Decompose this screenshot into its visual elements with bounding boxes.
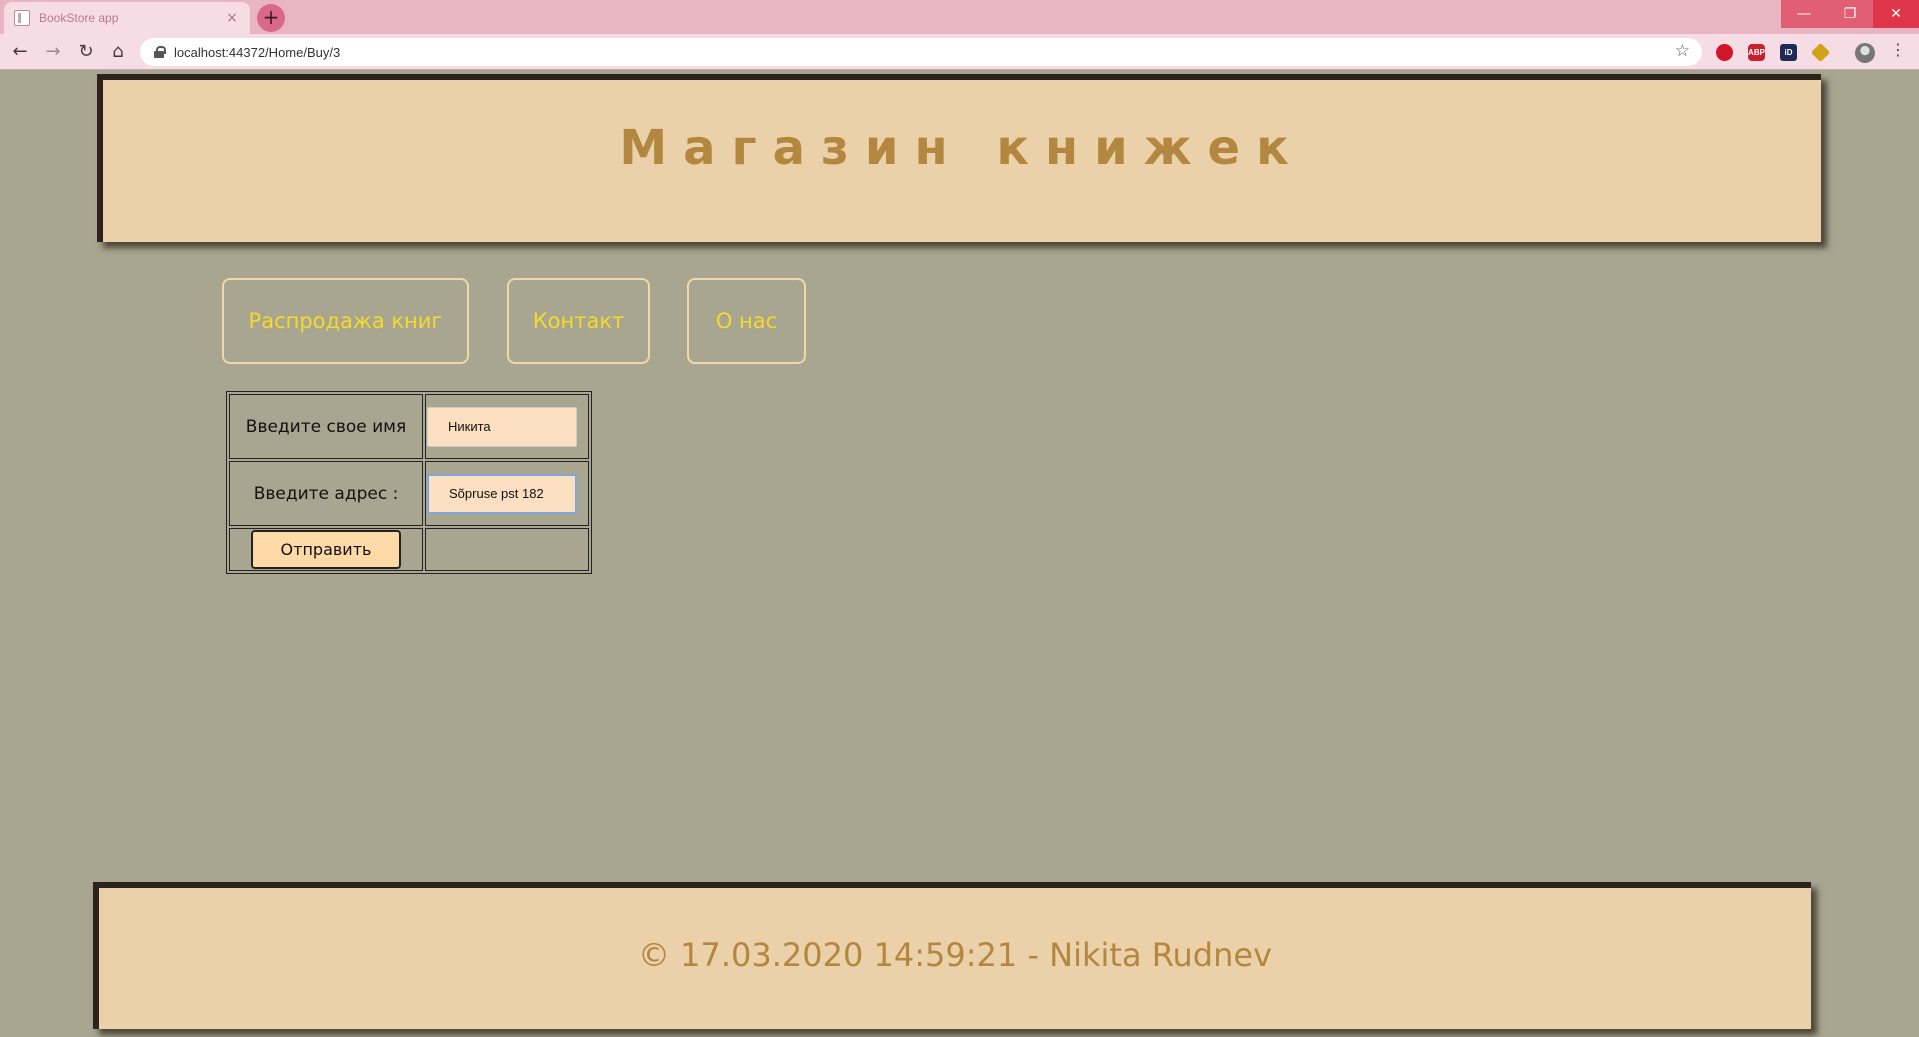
browser-tab[interactable]: BookStore app × [4, 2, 250, 34]
bookmark-star-icon[interactable]: ☆ [1675, 41, 1690, 61]
name-label: Введите свое имя [229, 394, 423, 459]
nav-contact-link[interactable]: Контакт [507, 278, 650, 364]
nav-sale-link[interactable]: Распродажа книг [222, 278, 469, 364]
forward-arrow-icon[interactable]: → [41, 40, 65, 64]
address-row: Введите адрес : [229, 461, 589, 526]
address-input[interactable] [427, 473, 577, 514]
browser-menu-icon[interactable]: ⋮ [1890, 40, 1906, 59]
page-favicon-icon [14, 10, 30, 26]
browser-tab-bar: BookStore app × + — ❐ ✕ [0, 0, 1919, 34]
address-bar[interactable]: localhost:44372/Home/Buy/3 ☆ [140, 38, 1702, 66]
site-footer: © 17.03.2020 14:59:21 - Nikita Rudnev [93, 882, 1811, 1029]
window-maximize-button[interactable]: ❐ [1827, 0, 1873, 28]
tab-title: BookStore app [39, 11, 119, 25]
order-form-table: Введите свое имя Введите адрес : Отправи… [226, 391, 592, 574]
name-row: Введите свое имя [229, 394, 589, 459]
page-content: Магазин книжек Распродажа книг Контакт О… [0, 71, 1919, 1037]
empty-cell [425, 528, 589, 571]
submit-button[interactable]: Отправить [251, 530, 401, 569]
id-extension-icon[interactable]: iD [1780, 44, 1797, 61]
profile-avatar[interactable] [1855, 43, 1875, 63]
url-text[interactable]: localhost:44372/Home/Buy/3 [174, 45, 340, 60]
reload-icon[interactable]: ↻ [74, 40, 98, 64]
adblock-extension-icon[interactable]: ABP [1748, 44, 1765, 61]
name-input[interactable] [427, 406, 577, 447]
home-icon[interactable]: ⌂ [106, 40, 130, 64]
back-arrow-icon[interactable]: ← [8, 40, 32, 64]
browser-toolbar: ← → ↻ ⌂ localhost:44372/Home/Buy/3 ☆ ABP… [0, 34, 1919, 70]
window-minimize-button[interactable]: — [1781, 0, 1827, 28]
new-tab-button[interactable]: + [257, 4, 285, 32]
opera-extension-icon[interactable] [1716, 44, 1733, 61]
yellow-extension-icon[interactable] [1810, 42, 1831, 63]
site-header: Магазин книжек [97, 74, 1821, 242]
address-label: Введите адрес : [229, 461, 423, 526]
site-title: Магазин книжек [619, 120, 1305, 176]
nav-about-link[interactable]: О нас [687, 278, 806, 364]
footer-copyright: © 17.03.2020 14:59:21 - Nikita Rudnev [637, 936, 1273, 974]
submit-row: Отправить [229, 528, 589, 571]
window-close-button[interactable]: ✕ [1873, 0, 1919, 28]
lock-icon [154, 46, 166, 58]
tab-close-icon[interactable]: × [224, 10, 240, 26]
